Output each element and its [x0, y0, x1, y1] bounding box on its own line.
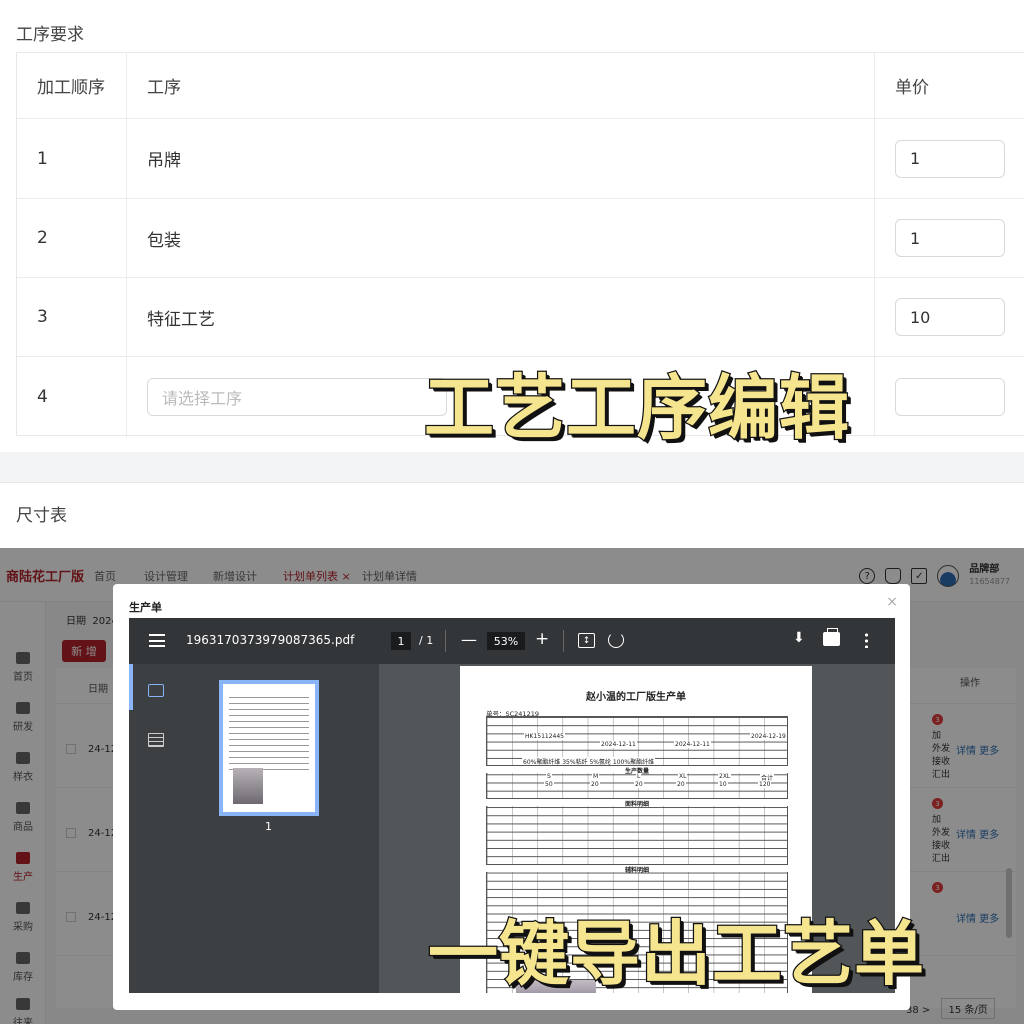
screen: 工序要求 加工顺序 工序 单价 1 吊牌 2 包装	[0, 0, 1024, 1024]
table-header-row: 加工顺序 工序 单价	[17, 53, 1024, 119]
zoom-in-icon[interactable]: +	[535, 629, 549, 649]
thumbnail-page-number: 1	[265, 820, 272, 833]
price-input[interactable]	[895, 298, 1005, 336]
pdf-filename: 1963170373979087365.pdf	[186, 633, 355, 647]
header-process: 工序	[127, 53, 875, 118]
process-panel: 工序要求 加工顺序 工序 单价 1 吊牌 2 包装	[0, 0, 1024, 548]
process-section-title: 工序要求	[16, 25, 84, 45]
rotate-icon[interactable]	[608, 632, 624, 648]
table-row: 2 包装	[17, 199, 1024, 278]
row-seq: 1	[17, 119, 127, 198]
close-icon[interactable]: ×	[886, 594, 898, 610]
row-seq: 4	[17, 357, 127, 437]
page-thumbnail[interactable]	[219, 680, 319, 816]
print-icon[interactable]	[823, 628, 840, 646]
fit-page-icon[interactable]: ↕	[578, 633, 595, 648]
page-total: / 1	[419, 634, 434, 647]
outline-icon[interactable]	[148, 733, 164, 747]
table-row: 3 特征工艺	[17, 278, 1024, 357]
caption-bottom: 一键导出工艺单	[427, 912, 926, 997]
pdf-toolbar: 1963170373979087365.pdf 1 / 1 — 53% + ↕ …	[129, 618, 895, 664]
doc-style-no: HK15112445	[524, 733, 565, 740]
row-seq: 3	[17, 278, 127, 356]
doc-date-2: 2024-12-11	[674, 741, 711, 748]
caption-top: 工艺工序编辑	[423, 366, 851, 451]
row-process: 吊牌	[127, 119, 875, 198]
doc-date-1: 2024-12-11	[600, 741, 637, 748]
doc-qty-header: 生产数量	[486, 765, 788, 775]
header-price: 单价	[895, 78, 929, 98]
row-process: 特征工艺	[127, 278, 875, 356]
download-icon[interactable]: ⬇	[793, 630, 805, 646]
thumbnail-photo	[233, 768, 263, 804]
row-seq: 2	[17, 199, 127, 277]
header-seq: 加工顺序	[17, 53, 127, 118]
doc-date-3: 2024-12-19	[750, 733, 787, 740]
page-number-input[interactable]: 1	[391, 632, 411, 650]
price-input[interactable]	[895, 219, 1005, 257]
process-select[interactable]: 请选择工序	[147, 378, 447, 416]
row-process: 包装	[127, 199, 875, 277]
menu-icon[interactable]	[149, 634, 165, 647]
zoom-level[interactable]: 53%	[487, 632, 525, 650]
price-input[interactable]	[895, 139, 1005, 178]
doc-accessory-header: 辅料明细	[486, 864, 788, 874]
section-gap	[0, 452, 1024, 482]
size-section-title: 尺寸表	[16, 506, 67, 526]
zoom-out-icon[interactable]: —	[461, 630, 477, 649]
pdf-sidebar: 1	[129, 664, 379, 993]
doc-title: 赵小温的工厂版生产单	[586, 692, 686, 703]
table-row: 1 吊牌	[17, 119, 1024, 199]
size-panel: 尺寸表	[0, 482, 1024, 548]
price-input[interactable]	[895, 378, 1005, 416]
more-options-icon[interactable]	[865, 632, 868, 648]
modal-title: 生产单	[129, 601, 162, 614]
doc-fabric-header: 面料明细	[486, 798, 788, 808]
thumbnail-icon[interactable]	[148, 684, 164, 697]
